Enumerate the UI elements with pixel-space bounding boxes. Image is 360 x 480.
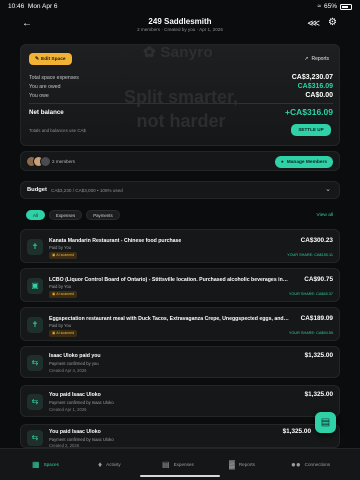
ai-scanned-badge: ▣ AI scanned: [49, 330, 78, 337]
budget-usage: CA$3,230 / CA$3,000 • 108% used: [51, 188, 123, 193]
tab-spaces[interactable]: ▦ Spaces: [32, 456, 59, 472]
paid-by: Paid by You: [49, 245, 72, 250]
reports-link[interactable]: ↗ Reports: [304, 56, 329, 62]
members-bar: 2 members ● Manage Members: [20, 151, 340, 171]
expense-amount: CA$189.09: [300, 315, 333, 322]
receipt-add-icon: ▤: [320, 417, 331, 428]
total-expenses-row: Total space expenses CA$3,230.07: [29, 74, 333, 81]
payment-confirmed: Payment confirmed by Isaac Uloko: [49, 437, 114, 442]
space-title: 249 Saddlesmith: [148, 17, 212, 26]
settle-up-button[interactable]: SETTLE UP: [291, 124, 331, 136]
payment-title: You paid Isaac Uloko: [49, 429, 101, 435]
swap-arrows-icon: ⇆: [27, 394, 43, 410]
your-share: YOUR SHARE: CA$45.37: [288, 292, 333, 296]
ai-scanned-badge: ▣ AI scanned: [49, 252, 78, 259]
swap-arrows-icon: ⇆: [27, 355, 43, 371]
shopping-bag-icon: ▣: [27, 278, 43, 294]
expense-title: Eggspectation restaurant meal with Duck …: [49, 316, 289, 322]
receipt-icon: ▤: [162, 459, 170, 469]
payment-amount: $1,325.00: [304, 352, 333, 359]
person-icon: ●: [280, 159, 284, 165]
status-bar: 10:46 Mon Apr 6 ≈ 65%: [0, 0, 360, 14]
your-share: YOUR SHARE: CA$150.11: [287, 253, 333, 257]
tab-activity[interactable]: ♦ Activity: [98, 456, 121, 472]
edit-space-button[interactable]: ✎ Edit Space: [29, 53, 72, 65]
trend-icon: ↗: [304, 56, 309, 62]
payment-confirmed: Payment confirmed by you: [49, 361, 99, 366]
manage-members-button[interactable]: ● Manage Members: [274, 156, 333, 168]
activity-filters: All Expenses Payments: [26, 210, 120, 220]
avatar: [40, 156, 51, 167]
battery-icon: [340, 3, 352, 10]
ai-scanned-badge: ▣ AI scanned: [49, 291, 78, 298]
bell-icon: ♦: [98, 459, 103, 469]
expense-title: Kanata Mandarin Restaurant - Chinese foo…: [49, 238, 182, 244]
paid-by: Paid by You: [49, 284, 72, 289]
payment-created: Created Apr 1, 2026: [49, 407, 87, 412]
add-expense-fab[interactable]: ▤: [315, 412, 336, 433]
view-all-link[interactable]: View all: [317, 213, 333, 218]
paid-by: Paid by You: [49, 323, 72, 328]
wifi-icon: ≈: [317, 3, 321, 10]
tab-expenses[interactable]: ▤ Expenses: [162, 456, 194, 472]
payment-card[interactable]: ⇆ You paid Isaac Uloko $1,325.00 Payment…: [20, 424, 340, 448]
payment-amount: $1,325.00: [282, 428, 311, 435]
swap-arrows-icon: ⇆: [27, 430, 43, 446]
bar-chart-icon: ▓: [229, 459, 235, 469]
tab-reports[interactable]: ▓ Reports: [229, 456, 255, 472]
filter-payments[interactable]: Payments: [86, 210, 120, 220]
budget-bar[interactable]: Budget CA$3,230 / CA$3,000 • 108% used ⌄: [20, 181, 340, 199]
owe-row: You owe CA$0.00: [29, 92, 333, 99]
pencil-icon: ✎: [35, 56, 40, 62]
payment-title: You paid Isaac Uloko: [49, 392, 101, 398]
expense-title: LCBO (Liquor Control Board of Ontario) -…: [49, 277, 289, 283]
payment-card[interactable]: ⇆ Isaac Uloko paid you $1,325.00 Payment…: [20, 346, 340, 378]
payment-created: Created Apr 4, 2026: [49, 368, 87, 373]
chevron-down-icon[interactable]: ⌄: [325, 185, 331, 193]
expense-card[interactable]: ✝ Eggspectation restaurant meal with Duc…: [20, 307, 340, 341]
status-time-date: 10:46 Mon Apr 6: [8, 3, 58, 10]
tab-connections[interactable]: ●● Connections: [291, 456, 330, 472]
home-indicator: [140, 475, 220, 477]
member-avatars: [26, 156, 51, 167]
your-share: YOUR SHARE: CA$94.55: [288, 331, 333, 335]
filter-all[interactable]: All: [26, 210, 45, 220]
payment-confirmed: Payment confirmed by Isaac Uloko: [49, 400, 114, 405]
member-count: 2 members: [52, 159, 75, 164]
expense-card[interactable]: ✝ Kanata Mandarin Restaurant - Chinese f…: [20, 229, 340, 263]
filter-expenses[interactable]: Expenses: [48, 210, 83, 220]
space-header: ← 249 Saddlesmith 2 members · Created by…: [0, 14, 360, 38]
summary-card: ✿ Sanyro Split smarter, not harder ✎ Edi…: [20, 44, 340, 146]
status-right: ≈ 65%: [317, 3, 352, 10]
budget-label: Budget: [27, 187, 47, 193]
expense-card[interactable]: ▣ LCBO (Liquor Control Board of Ontario)…: [20, 268, 340, 302]
utensils-icon: ✝: [27, 317, 43, 333]
expense-amount: CA$90.75: [304, 276, 333, 283]
battery-percent: 65%: [323, 3, 337, 10]
space-subtitle: 2 members · Created by you · Apr 1, 2026: [137, 27, 223, 32]
expense-amount: CA$300.23: [300, 237, 333, 244]
payment-title: Isaac Uloko paid you: [49, 353, 101, 359]
divider: [29, 103, 333, 104]
payment-amount: $1,325.00: [304, 391, 333, 398]
sanyro-logo-watermark: ✿ Sanyro: [143, 44, 213, 61]
calendar-icon: ▦: [32, 459, 40, 469]
owed-row: You are owed CA$316.09: [29, 83, 333, 90]
share-icon[interactable]: ⋘: [307, 18, 320, 29]
payment-card[interactable]: ⇆ You paid Isaac Uloko $1,325.00 Payment…: [20, 385, 340, 417]
utensils-icon: ✝: [27, 239, 43, 255]
people-icon: ●●: [291, 459, 301, 469]
currency-note: Totals and balances use CA$: [29, 128, 86, 133]
gear-icon[interactable]: ⚙: [328, 17, 337, 28]
net-balance-row: Net balance +CA$316.09: [29, 107, 333, 117]
